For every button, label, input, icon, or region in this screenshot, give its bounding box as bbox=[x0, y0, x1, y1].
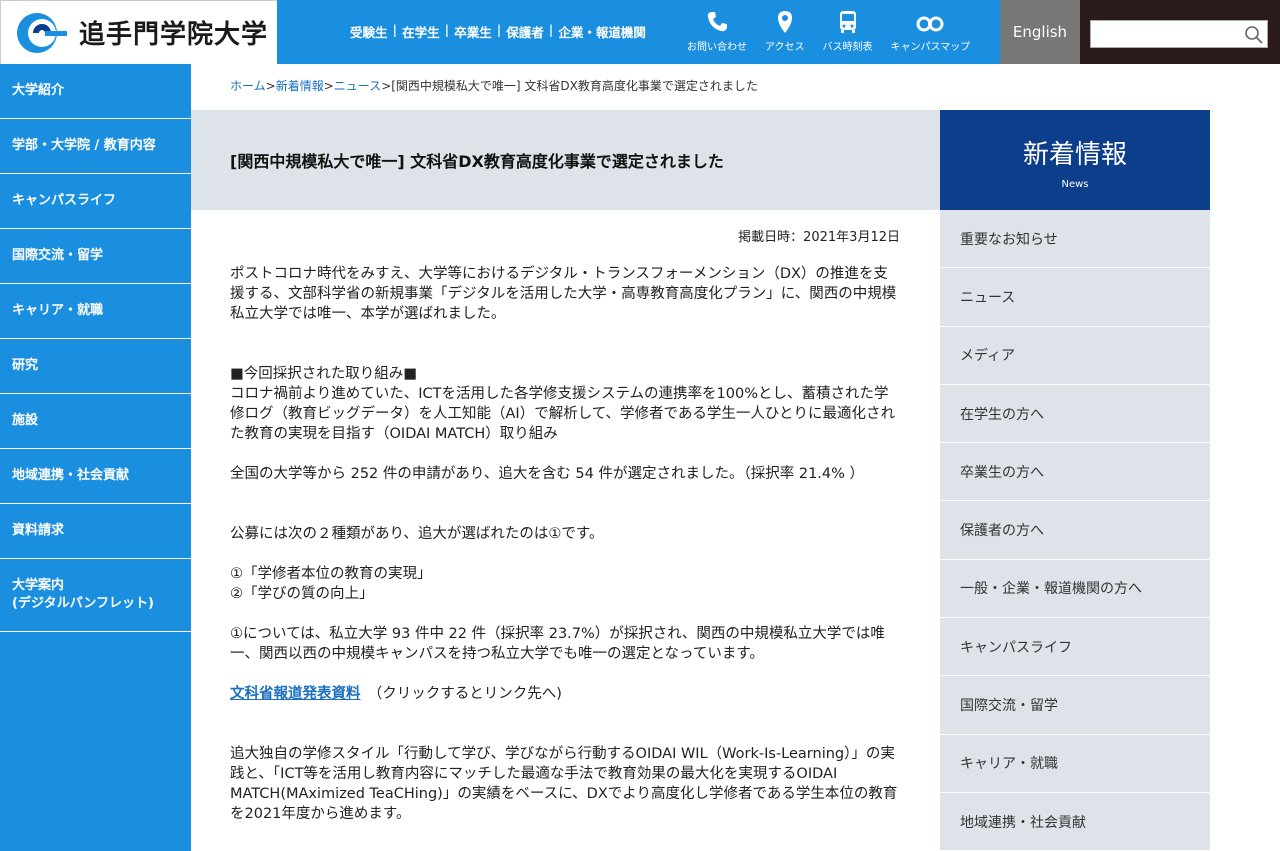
breadcrumb-news[interactable]: ニュース bbox=[334, 79, 381, 93]
article-paragraph: 公募には次の２種類があり、追大が選ばれたのは①です。 bbox=[230, 526, 604, 542]
contact-label: お問い合わせ bbox=[687, 42, 747, 53]
breadcrumb: ホーム>新着情報>ニュース>[関西中規模私大で唯一] 文科省DX教育高度化事業で… bbox=[230, 77, 758, 94]
site-header: 追手門学院大学 受験生 | 在学生 | 卒業生 | 保護者 | 企業・報道機関 お問い合… bbox=[0, 0, 1280, 64]
sidebar-item-campus-life[interactable]: キャンパスライフ bbox=[0, 174, 191, 229]
campus-map-link[interactable]: キャンパスマップ bbox=[890, 10, 971, 53]
article-paragraph: ポストコロナ時代をみすえ、大学等におけるデジタル・トランスフォーメンション（DX… bbox=[230, 266, 897, 322]
news-category-important[interactable]: 重要なお知らせ bbox=[940, 210, 1210, 269]
nav-alumni[interactable]: 卒業生 bbox=[449, 22, 497, 41]
search-icon[interactable] bbox=[1244, 25, 1264, 45]
logo-mark-icon bbox=[15, 12, 69, 54]
sidebar-item-facilities[interactable]: 施設 bbox=[0, 394, 191, 449]
sidebar-item-faculties[interactable]: 学部・大学院 / 教育内容 bbox=[0, 119, 191, 174]
news-sidebar: 重要なお知らせ ニュース メディア 在学生の方へ 卒業生の方へ 保護者の方へ 一… bbox=[940, 210, 1210, 851]
article-list-item: ①「学修者本位の教育の実現」 bbox=[230, 566, 432, 582]
search-input[interactable] bbox=[1090, 20, 1268, 48]
news-category-students[interactable]: 在学生の方へ bbox=[940, 384, 1210, 444]
sidebar-item-request[interactable]: 資料請求 bbox=[0, 504, 191, 559]
bus-label: バス時刻表 bbox=[822, 42, 873, 53]
news-category-alumni[interactable]: 卒業生の方へ bbox=[940, 443, 1210, 502]
sidebar-item-about[interactable]: 大学紹介 bbox=[0, 64, 191, 119]
binoculars-icon bbox=[916, 16, 944, 32]
press-release-row: 文科省報道発表資料 （クリックするとリンク先へ) bbox=[230, 684, 900, 704]
article-subheading: ■今回採択された取り組み■ bbox=[230, 366, 417, 382]
bus-icon bbox=[839, 11, 856, 33]
sidebar-item-career[interactable]: キャリア・就職 bbox=[0, 284, 191, 339]
search-area bbox=[1080, 0, 1280, 64]
sidebar-item-international[interactable]: 国際交流・留学 bbox=[0, 229, 191, 284]
bus-link[interactable]: バス時刻表 bbox=[823, 10, 873, 53]
news-category-career[interactable]: キャリア・就職 bbox=[940, 734, 1210, 793]
article-paragraph: ①については、私立大学 93 件中 22 件（採択率 23.7%）が採択され、関… bbox=[230, 626, 885, 662]
site-logo[interactable]: 追手門学院大学 bbox=[0, 0, 277, 64]
sidebar-item-research[interactable]: 研究 bbox=[0, 339, 191, 394]
article-title-band: [関西中規模私大で唯一] 文科省DX教育高度化事業で選定されました bbox=[191, 110, 940, 210]
map-pin-icon bbox=[777, 11, 792, 33]
news-category-international[interactable]: 国際交流・留学 bbox=[940, 676, 1210, 735]
contact-link[interactable]: お問い合わせ bbox=[687, 10, 747, 53]
press-release-note: （クリックするとリンク先へ) bbox=[375, 686, 562, 702]
news-category-community[interactable]: 地域連携・社会貢献 bbox=[940, 792, 1210, 851]
article-paragraph: 追大独自の学修スタイル「行動して学び、学びながら行動するOIDAI WIL（Wo… bbox=[230, 746, 898, 822]
news-category-media[interactable]: メディア bbox=[940, 326, 1210, 385]
nav-parents[interactable]: 保護者 bbox=[501, 22, 549, 41]
news-sidebar-title: 新着情報 bbox=[1022, 140, 1127, 170]
page-title: [関西中規模私大で唯一] 文科省DX教育高度化事業で選定されました bbox=[230, 152, 724, 171]
nav-companies[interactable]: 企業・報道機関 bbox=[553, 22, 651, 41]
nav-students[interactable]: 在学生 bbox=[397, 22, 445, 41]
breadcrumb-sep: > bbox=[323, 79, 334, 93]
access-label: アクセス bbox=[765, 42, 805, 53]
breadcrumb-sep: > bbox=[265, 79, 276, 93]
article-paragraph: 全国の大学等から 252 件の申請があり、追大を含む 54 件が選定されました。… bbox=[230, 466, 865, 482]
article-list-item: ②「学びの質の向上」 bbox=[230, 586, 374, 602]
article-paragraph: コロナ禍前より進めていた、ICTを活用した各学修支援システムの連携率を100%と… bbox=[230, 386, 895, 442]
news-category-news[interactable]: ニュース bbox=[940, 268, 1210, 327]
phone-icon bbox=[707, 12, 727, 32]
main-sidebar: 大学紹介 学部・大学院 / 教育内容 キャンパスライフ 国際交流・留学 キャリア… bbox=[0, 64, 191, 851]
news-sidebar-subtitle: News bbox=[1061, 179, 1089, 190]
sidebar-item-community[interactable]: 地域連携・社会貢献 bbox=[0, 449, 191, 504]
english-button[interactable]: English bbox=[1000, 0, 1080, 64]
campus-map-label: キャンパスマップ bbox=[890, 42, 971, 53]
news-category-parents[interactable]: 保護者の方へ bbox=[940, 501, 1210, 560]
audience-nav: 受験生 | 在学生 | 卒業生 | 保護者 | 企業・報道機関 bbox=[345, 22, 651, 41]
news-category-campus-life[interactable]: キャンパスライフ bbox=[940, 618, 1210, 677]
nav-applicants[interactable]: 受験生 bbox=[345, 22, 393, 41]
news-category-general[interactable]: 一般・企業・報道機関の方へ bbox=[940, 559, 1210, 619]
breadcrumb-sep: > bbox=[381, 79, 392, 93]
publish-date: 掲載日時：2021年3月12日 bbox=[738, 230, 900, 245]
utility-icons: お問い合わせ アクセス バス時刻表 キャンパスマップ bbox=[687, 10, 988, 53]
access-link[interactable]: アクセス bbox=[765, 10, 805, 53]
press-release-link[interactable]: 文科省報道発表資料 bbox=[230, 686, 361, 702]
breadcrumb-current: [関西中規模私大で唯一] 文科省DX教育高度化事業で選定されました bbox=[391, 79, 758, 93]
logo-text: 追手門学院大学 bbox=[79, 20, 269, 50]
breadcrumb-home[interactable]: ホーム bbox=[230, 79, 266, 93]
sidebar-item-brochure[interactable]: 大学案内 (デジタルパンフレット) bbox=[0, 559, 191, 632]
article-body: 掲載日時：2021年3月12日 ポストコロナ時代をみすえ、大学等におけるデジタル… bbox=[230, 228, 900, 824]
breadcrumb-news-info[interactable]: 新着情報 bbox=[276, 79, 324, 93]
news-sidebar-header: 新着情報 News bbox=[940, 110, 1210, 210]
header-bar: 受験生 | 在学生 | 卒業生 | 保護者 | 企業・報道機関 お問い合わせ アクセス bbox=[277, 0, 1000, 64]
